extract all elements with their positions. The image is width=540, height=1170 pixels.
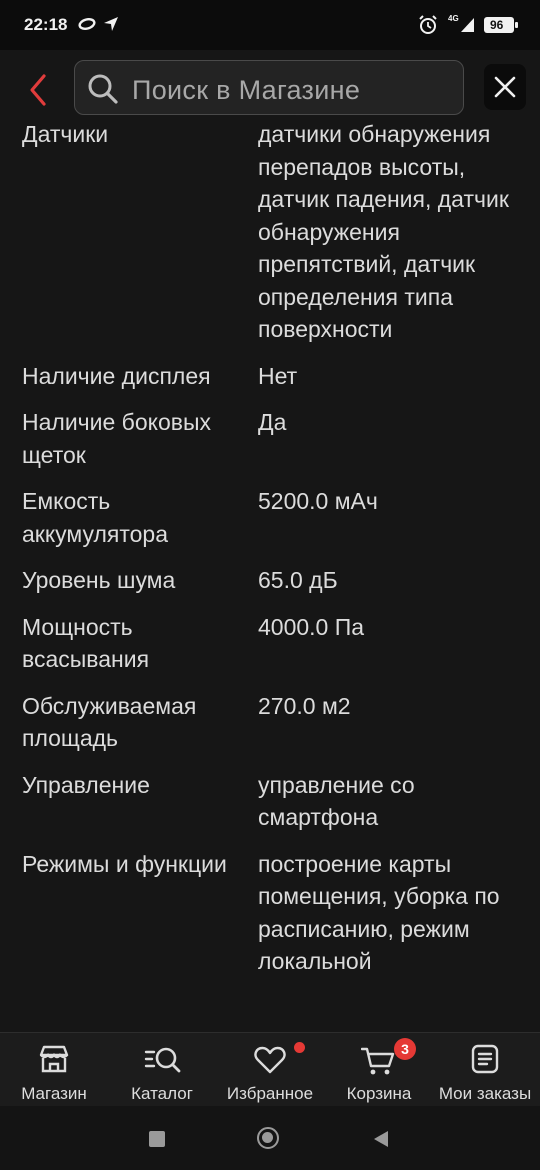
location-arrow-icon [103,16,119,37]
spec-label: Наличие боковых щеток [22,409,212,468]
nav-item-cart[interactable]: 3 Корзина [330,1033,428,1107]
spec-value: 5200.0 мАч [258,488,378,514]
spec-row: Уровень шума 65.0 дБ [0,564,540,597]
spec-value: построение карты помещения, уборка по ра… [258,850,500,975]
search-placeholder: Поиск в Магазине [132,75,361,105]
spec-row: Наличие дисплея Нет [0,360,540,393]
system-nav-bar [0,1106,540,1170]
nav-item-favorites[interactable]: Избранное [218,1033,322,1107]
back-button[interactable] [22,70,56,110]
favorites-indicator-dot [294,1042,305,1053]
spec-value: управление со смартфона [258,771,415,831]
spec-label: Мощность всасывания [22,613,150,673]
cast-icon [78,17,96,36]
nav-label-cart: Корзина [346,1084,412,1103]
nav-label-store: Магазин [21,1084,87,1103]
spec-value: Да [258,409,287,435]
spec-label: Наличие дисплея [22,362,211,389]
heart-icon [254,1046,286,1079]
spec-value: Нет [258,362,298,389]
spec-value: датчики обнаружения перепадов высоты, да… [258,121,509,342]
nav-item-catalog[interactable]: Каталог [112,1033,212,1107]
spec-label: Емкость аккумулятора [22,488,169,547]
nav-item-orders[interactable]: Мои заказы [432,1033,538,1107]
nav-label-catalog: Каталог [131,1084,193,1103]
nav-label-orders: Мои заказы [438,1084,532,1103]
spec-label: Датчики [22,121,109,147]
spec-row: Режимы и функции построение карты помеще… [0,848,540,978]
store-icon [38,1044,70,1079]
back-nav-button[interactable] [372,1130,390,1153]
spec-row: Обслуживаемая площадь 270.0 м2 [0,690,540,755]
home-dot-icon [262,1132,273,1143]
spec-row: Управление управление со смартфона [0,769,540,834]
spec-value: 270.0 м2 [258,692,351,719]
status-time: 22:18 [24,15,68,34]
spec-row: Емкость аккумулятора 5200.0 мАч [0,485,540,550]
alarm-icon [418,15,438,40]
search-icon [87,73,119,110]
nav-label-favorites: Избранное [226,1084,314,1103]
catalog-search-icon [144,1044,182,1079]
spec-label: Обслуживаемая площадь [22,692,197,752]
spec-label: Уровень шума [22,567,176,593]
recent-apps-button[interactable] [149,1131,165,1147]
spec-row: Датчики датчики обнаружения перепадов вы… [0,118,540,346]
specs-list: Датчики датчики обнаружения перепадов вы… [0,118,540,1032]
spec-label: Режимы и функции [22,850,227,877]
cart-icon [360,1046,395,1081]
orders-icon [471,1044,499,1079]
home-button[interactable] [257,1127,279,1149]
spec-label: Управление [22,771,150,798]
chevron-left-icon [30,74,46,106]
bottom-nav: Магазин Каталог Избранное 3 Корзина Мои … [0,1032,540,1107]
close-icon [494,76,516,98]
back-triangle-icon [374,1131,388,1147]
status-bar: 22:18 4G 96 [0,0,540,50]
spec-value: 65.0 дБ [258,567,338,593]
close-button[interactable] [484,64,526,110]
cart-count-badge: 3 [394,1038,416,1060]
nav-item-store[interactable]: Магазин [4,1033,104,1107]
spec-row: Наличие боковых щеток Да [0,406,540,471]
battery-level: 96 [490,18,504,32]
spec-row: Мощность всасывания 4000.0 Па [0,611,540,676]
search-input[interactable]: Поиск в Магазине [74,60,464,115]
spec-value: 4000.0 Па [258,613,365,640]
